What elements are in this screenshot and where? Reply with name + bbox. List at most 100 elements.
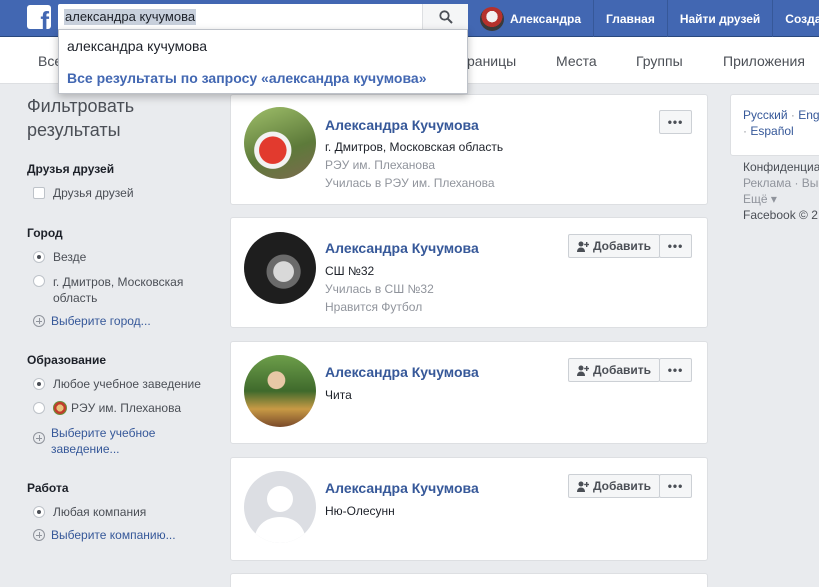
profile-photo[interactable]: [244, 232, 316, 304]
top-nav: Александра Главная Найти друзей Созда: [480, 0, 819, 37]
search-icon: [438, 9, 453, 24]
tab-pages[interactable]: раницы: [467, 53, 516, 69]
work-any-label: Любая компания: [53, 505, 147, 519]
silhouette-icon: [254, 486, 306, 543]
city-dmitrov-line1: г. Дмитров, Московская: [53, 275, 184, 289]
result-details: Ню-Олесунн: [325, 502, 395, 520]
choose-school-label: Выберите учебное заведение...: [51, 425, 155, 457]
tab-apps[interactable]: Приложения: [723, 53, 805, 69]
footer-copyright: Facebook © 2: [743, 208, 818, 222]
result-name[interactable]: Александра Кучумова: [325, 364, 479, 380]
facebook-logo-icon[interactable]: f: [27, 5, 51, 29]
search-input[interactable]: [59, 5, 423, 28]
result-card: Александра Кучумова Ню-Олесунн Добавить …: [230, 457, 708, 561]
work-any-option[interactable]: Любая компания: [33, 505, 146, 519]
city-dmitrov-line2: область: [53, 291, 98, 305]
choose-company-link[interactable]: Выберите компанию...: [33, 528, 176, 542]
see-all-results-link[interactable]: Все результаты по запросу «александра ку…: [67, 70, 426, 86]
create-label: Созда: [785, 11, 819, 26]
more-options-button[interactable]: •••: [659, 234, 692, 258]
university-crest-icon: [53, 401, 67, 415]
friends-of-friends-option[interactable]: Друзья друзей: [33, 186, 134, 200]
lang-russian[interactable]: Русский: [743, 108, 788, 122]
result-details: Чита: [325, 386, 352, 404]
result-card: Александра Кучумова г. Дмитров, Московск…: [230, 94, 708, 205]
result-likes: Нравится Футбол: [325, 300, 423, 314]
result-name[interactable]: Александра Кучумова: [325, 117, 479, 133]
checkbox[interactable]: [33, 187, 45, 199]
add-friend-label: Добавить: [592, 479, 652, 493]
language-box: Русский · Eng · Español: [730, 94, 819, 156]
create-link[interactable]: Созда: [772, 0, 819, 37]
add-friend-icon: [576, 241, 589, 252]
result-location: Чита: [325, 388, 352, 402]
filter-sidebar: Фильтровать результаты Друзья друзей Дру…: [27, 94, 217, 542]
tab-groups[interactable]: Группы: [636, 53, 683, 69]
tab-places[interactable]: Места: [556, 53, 597, 69]
footer-ads[interactable]: Реклама · Вы: [743, 175, 819, 191]
lang-spanish[interactable]: Español: [750, 124, 793, 138]
footer-privacy[interactable]: Конфиденциа: [743, 159, 819, 175]
city-dmitrov-option[interactable]: г. Дмитров, Московская область: [33, 274, 183, 306]
result-studied: Училась в СШ №32: [325, 282, 434, 296]
education-any-option[interactable]: Любое учебное заведение: [33, 377, 201, 391]
more-options-button[interactable]: •••: [659, 110, 692, 134]
home-link[interactable]: Главная: [593, 0, 667, 37]
more-options-button[interactable]: •••: [659, 474, 692, 498]
result-card: [230, 573, 708, 587]
add-friend-label: Добавить: [592, 363, 652, 377]
result-school: СШ №32: [325, 264, 375, 278]
suggestion-item[interactable]: александра кучумова: [67, 38, 207, 54]
filter-title-line2: результаты: [27, 120, 121, 140]
result-card: Александра Кучумова СШ №32 Училась в СШ …: [230, 217, 708, 328]
plus-circle-icon: [33, 432, 45, 444]
add-friend-button[interactable]: Добавить: [568, 234, 660, 258]
filter-title-line1: Фильтровать: [27, 96, 135, 116]
education-reu-option[interactable]: РЭУ им. Плеханова: [33, 401, 181, 415]
add-friend-button[interactable]: Добавить: [568, 474, 660, 498]
result-school: РЭУ им. Плеханова: [325, 158, 435, 172]
choose-school-line2: заведение...: [51, 442, 120, 456]
choose-company-label: Выберите компанию...: [51, 528, 176, 542]
result-location: г. Дмитров, Московская область: [325, 140, 504, 154]
choose-city-link[interactable]: Выберите город...: [33, 314, 151, 328]
result-name[interactable]: Александра Кучумова: [325, 480, 479, 496]
radio-button[interactable]: [33, 251, 45, 263]
default-avatar-icon[interactable]: [244, 471, 316, 543]
education-any-label: Любое учебное заведение: [53, 377, 201, 391]
profile-photo[interactable]: [244, 355, 316, 427]
footer-more[interactable]: Ещё ▾: [743, 191, 819, 207]
result-location: Ню-Олесунн: [325, 504, 395, 518]
language-list: Русский · Eng · Español: [743, 107, 819, 139]
search-box: александра кучумова: [58, 4, 468, 29]
result-studied: Училась в РЭУ им. Плеханова: [325, 176, 495, 190]
radio-button[interactable]: [33, 275, 45, 287]
friends-of-friends-label: Друзья друзей: [53, 186, 134, 200]
add-friend-button[interactable]: Добавить: [568, 358, 660, 382]
lang-english[interactable]: Eng: [798, 108, 819, 122]
result-details: г. Дмитров, Московская область РЭУ им. П…: [325, 138, 503, 192]
home-label: Главная: [606, 11, 655, 26]
profile-photo[interactable]: [244, 107, 316, 179]
work-filter-heading: Работа: [27, 481, 69, 495]
result-name[interactable]: Александра Кучумова: [325, 240, 479, 256]
radio-button[interactable]: [33, 506, 45, 518]
choose-school-link[interactable]: Выберите учебное заведение...: [33, 425, 155, 457]
filter-title: Фильтровать результаты: [27, 94, 217, 142]
radio-button[interactable]: [33, 402, 45, 414]
city-filter-heading: Город: [27, 226, 63, 240]
education-filter-heading: Образование: [27, 353, 107, 367]
add-friend-icon: [576, 365, 589, 376]
city-anywhere-label: Везде: [53, 250, 87, 264]
find-friends-link[interactable]: Найти друзей: [666, 0, 772, 37]
city-dmitrov-label: г. Дмитров, Московская область: [53, 274, 183, 306]
profile-name: Александра: [510, 11, 582, 26]
search-button[interactable]: [422, 4, 468, 29]
result-details: СШ №32 Училась в СШ №32 Нравится Футбол: [325, 262, 434, 316]
radio-button[interactable]: [33, 378, 45, 390]
city-anywhere-option[interactable]: Везде: [33, 250, 86, 264]
search-suggestions: александра кучумова Все результаты по за…: [58, 29, 468, 94]
more-options-button[interactable]: •••: [659, 358, 692, 382]
profile-link[interactable]: Александра: [480, 0, 593, 37]
lang-separator: ·: [743, 124, 747, 138]
